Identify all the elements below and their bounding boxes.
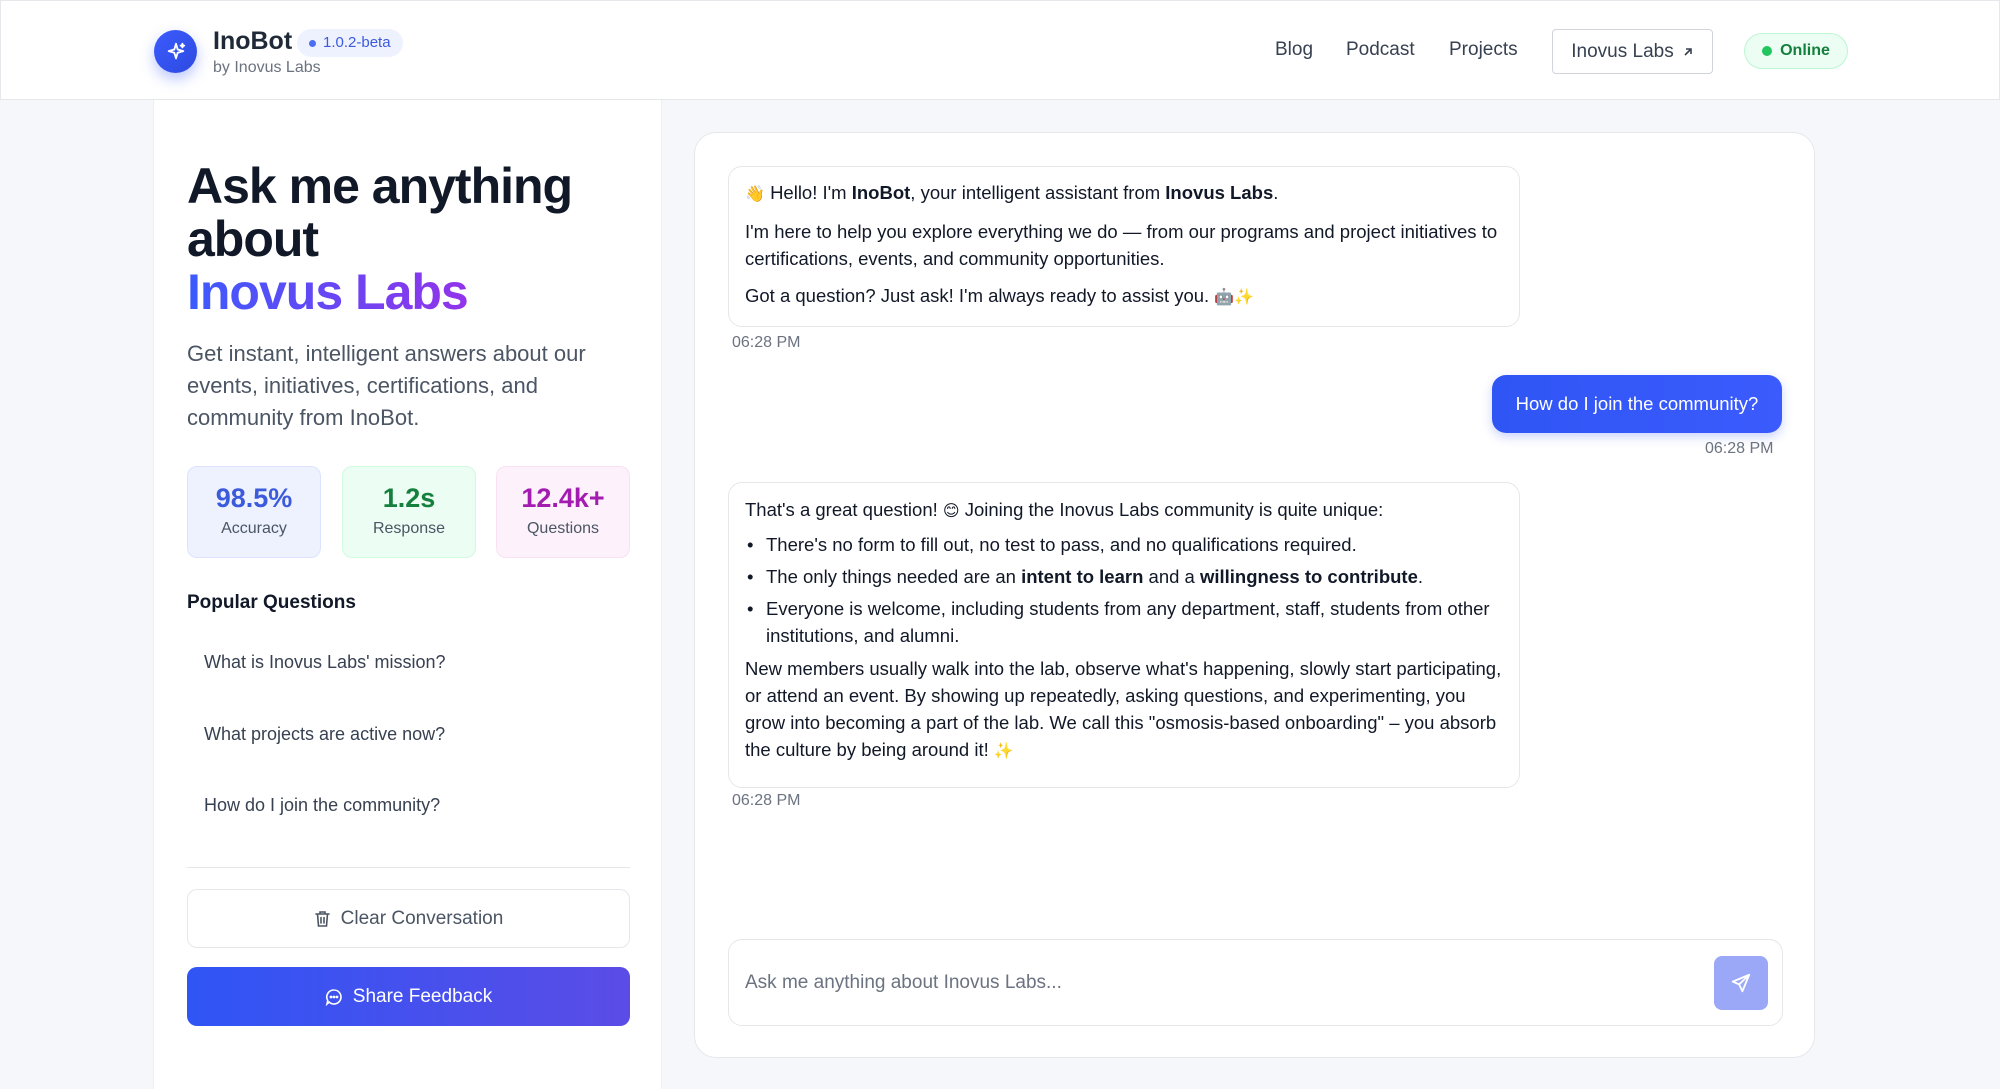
message-paragraph: New members usually walk into the lab, o… [745, 658, 1502, 760]
message-timestamp: 06:28 PM [732, 334, 801, 351]
hero-title: Ask me anything about Inovus Labs [187, 160, 647, 319]
send-button[interactable] [1714, 956, 1768, 1010]
user-message: How do I join the community? [1492, 375, 1782, 433]
message-paragraph: Got a question? Just ask! I'm always rea… [745, 285, 1210, 306]
stat-label: Questions [526, 520, 600, 537]
robot-icon: 🤖 [1214, 289, 1235, 306]
stat-label: Response [372, 520, 446, 537]
stat-value: 1.2s [382, 483, 436, 513]
message-paragraph: I'm here to help you explore everything … [745, 221, 1498, 269]
share-feedback-button[interactable]: Share Feedback [187, 967, 630, 1026]
nav-blog[interactable]: Blog [1275, 39, 1313, 61]
hero-title-accent: Inovus Labs [187, 264, 469, 320]
bold-text: willingness to contribute [1199, 566, 1418, 587]
message-timestamp: 06:28 PM [732, 792, 801, 809]
stat-questions: 12.4k+ Questions [496, 466, 630, 558]
inovus-labs-external-button[interactable]: Inovus Labs [1552, 29, 1713, 74]
greeting-text: . [1273, 182, 1279, 203]
popular-question-item[interactable]: What projects are active now? [204, 724, 445, 745]
sparkles-icon: ✨ [993, 743, 1014, 760]
nav-podcast[interactable]: Podcast [1346, 39, 1415, 61]
stat-value: 98.5% [215, 483, 293, 513]
chat-input-bar [728, 939, 1783, 1026]
clear-conversation-label: Clear Conversation [340, 907, 504, 929]
nav-projects[interactable]: Projects [1449, 39, 1518, 61]
waving-hand-icon: 👋 [745, 186, 765, 203]
status-dot-icon [1762, 46, 1773, 56]
clear-conversation-button[interactable]: Clear Conversation [187, 889, 630, 948]
bullet-list: There's no form to fill out, no test to … [745, 531, 1503, 649]
trash-icon [314, 910, 330, 927]
brand-title: InoBot [213, 27, 293, 55]
popular-question-item[interactable]: How do I join the community? [204, 795, 440, 816]
sidebar: Ask me anything about Inovus Labs Get in… [153, 100, 662, 1089]
org-name: Inovus Labs [1165, 182, 1274, 203]
popular-question-item[interactable]: What is Inovus Labs' mission? [204, 652, 446, 673]
chat-input[interactable] [745, 962, 1695, 1004]
stat-accuracy: 98.5% Accuracy [187, 466, 321, 558]
chat-panel: 👋 Hello! I'm InoBot, your intelligent as… [694, 132, 1815, 1058]
stat-value: 12.4k+ [521, 483, 605, 513]
stat-label: Accuracy [221, 520, 287, 537]
smile-icon: 😊 [942, 503, 960, 520]
status-label: Online [1780, 42, 1830, 59]
share-feedback-label: Share Feedback [352, 985, 493, 1007]
hero-title-line1: Ask me anything [187, 158, 573, 214]
sparkles-icon: ✨ [1234, 289, 1255, 306]
message-text: . [1417, 566, 1424, 587]
bot-message: 👋 Hello! I'm InoBot, your intelligent as… [728, 166, 1520, 327]
list-item: Everyone is welcome, including students … [745, 595, 1503, 649]
brand-byline: by Inovus Labs [213, 59, 321, 76]
external-link-label: Inovus Labs [1571, 40, 1674, 62]
message-text: That's a great question! [745, 499, 943, 520]
status-badge: Online [1744, 33, 1848, 69]
message-text: and a [1143, 566, 1200, 587]
bold-text: intent to learn [1021, 566, 1144, 587]
bot-message: That's a great question! 😊 Joining the I… [728, 482, 1520, 788]
list-item: There's no form to fill out, no test to … [745, 531, 1503, 558]
hero-description: Get instant, intelligent answers about o… [187, 341, 586, 430]
stat-response: 1.2s Response [342, 466, 476, 558]
chat-bubble-icon [325, 988, 342, 1006]
arrow-up-right-icon [1684, 47, 1692, 56]
hero-title-line2: about [187, 211, 319, 267]
divider [187, 867, 630, 868]
sparkle-logo-icon [154, 30, 197, 73]
send-icon [1731, 973, 1751, 993]
bot-name: InoBot [851, 182, 911, 203]
message-timestamp: 06:28 PM [1705, 440, 1774, 457]
top-header: InoBot 1.0.2-beta by Inovus Labs Blog Po… [0, 0, 2000, 100]
message-text: The only things needed are an [766, 566, 1022, 587]
greeting-text: Hello! I'm [770, 182, 852, 203]
popular-questions-heading: Popular Questions [187, 592, 356, 613]
message-text: Joining the Inovus Labs community is qui… [959, 499, 1384, 520]
version-badge: 1.0.2-beta [297, 29, 403, 57]
greeting-text: , your intelligent assistant from [910, 182, 1166, 203]
list-item: The only things needed are an intent to … [745, 563, 1503, 590]
